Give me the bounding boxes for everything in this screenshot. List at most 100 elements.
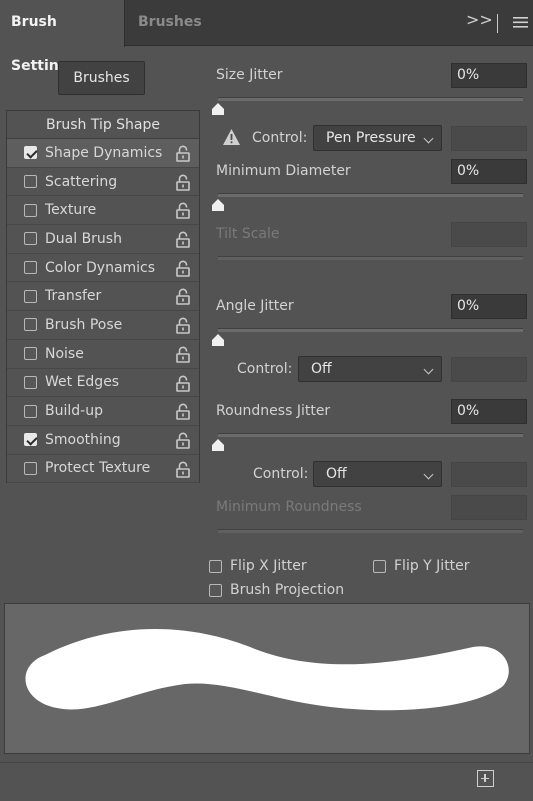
flip-y-jitter-label: Flip Y Jitter (394, 558, 470, 574)
tab-brushes[interactable]: Brushes (127, 0, 213, 46)
toolbar-divider (497, 14, 498, 33)
lock-icon[interactable] (176, 260, 190, 277)
panel-menu-icon[interactable] (513, 16, 528, 29)
minimum-diameter-slider-track[interactable] (218, 193, 523, 197)
size-control-label: Control: (252, 130, 308, 146)
roundness-control-value: Off (326, 466, 347, 482)
size-jitter-field[interactable]: 0% (451, 63, 527, 88)
angle-control-label: Control: (237, 361, 293, 377)
list-item-dual-brush[interactable]: Dual Brush (7, 225, 199, 254)
scattering-checkbox[interactable] (24, 175, 37, 189)
size-jitter-label: Size Jitter (216, 67, 283, 83)
texture-label: Texture (45, 202, 97, 219)
list-item-noise[interactable]: Noise (7, 340, 199, 369)
angle-jitter-field[interactable]: 0% (451, 294, 527, 319)
roundness-control-extra-field (451, 462, 527, 487)
brush-pose-checkbox[interactable] (24, 318, 37, 332)
expand-panel-icon[interactable]: >> (466, 10, 493, 29)
flip-x-jitter-label: Flip X Jitter (230, 558, 307, 574)
transfer-checkbox[interactable] (24, 289, 37, 303)
color-dynamics-label: Color Dynamics (45, 259, 156, 276)
lock-icon[interactable] (176, 432, 190, 449)
lock-icon[interactable] (176, 288, 190, 306)
minimum-diameter-field[interactable]: 0% (451, 159, 527, 184)
list-item-protect-texture[interactable]: Protect Texture (7, 455, 199, 484)
angle-jitter-slider-track[interactable] (218, 328, 523, 332)
brush-stroke-preview (4, 603, 530, 754)
lock-icon[interactable] (176, 461, 190, 478)
lock-icon[interactable] (176, 346, 190, 363)
brush-projection-checkbox[interactable] (209, 584, 222, 597)
brush-options-list: Brush Tip Shape Shape Dynamics Scattering… (6, 110, 200, 484)
dual-brush-label: Dual Brush (45, 230, 122, 247)
list-item-shape-dynamics[interactable]: Shape Dynamics (7, 139, 199, 168)
brush-tip-shape-item[interactable]: Brush Tip Shape (7, 111, 199, 139)
list-item-wet-edges[interactable]: Wet Edges (7, 369, 199, 398)
lock-icon[interactable] (176, 174, 190, 191)
lock-icon[interactable] (176, 317, 190, 334)
shape-dynamics-checkbox[interactable] (24, 146, 37, 160)
size-control-dropdown[interactable]: Pen Pressure (313, 125, 442, 151)
angle-control-value: Off (311, 361, 332, 377)
panel-tab-bar: Brush Settings Brushes >> (0, 0, 533, 74)
angle-jitter-slider-thumb[interactable] (212, 334, 224, 346)
chevron-down-icon (423, 133, 434, 144)
color-dynamics-checkbox[interactable] (24, 261, 37, 275)
flip-y-jitter-checkbox[interactable] (373, 560, 386, 573)
flip-x-jitter-checkbox[interactable] (209, 560, 222, 573)
wet-edges-checkbox[interactable] (24, 375, 37, 389)
scattering-label: Scattering (45, 173, 118, 190)
shape-dynamics-label: Shape Dynamics (45, 144, 163, 161)
list-item-scattering[interactable]: Scattering (7, 168, 199, 197)
size-jitter-slider-thumb[interactable] (212, 103, 224, 115)
minimum-diameter-slider-thumb[interactable] (212, 199, 224, 211)
minimum-diameter-label: Minimum Diameter (216, 163, 351, 179)
build-up-checkbox[interactable] (24, 404, 37, 418)
texture-checkbox[interactable] (24, 203, 37, 217)
angle-jitter-label: Angle Jitter (216, 298, 294, 314)
size-jitter-slider-track[interactable] (218, 97, 523, 101)
angle-control-extra-field (451, 357, 527, 382)
lock-icon[interactable] (176, 202, 190, 220)
wet-edges-label: Wet Edges (45, 374, 120, 391)
lock-icon[interactable] (176, 231, 190, 248)
chevron-down-icon (423, 364, 434, 375)
roundness-jitter-field[interactable]: 0% (451, 399, 527, 424)
tilt-scale-field (451, 222, 527, 247)
list-item-build-up[interactable]: Build-up (7, 397, 199, 426)
lock-icon[interactable] (176, 403, 190, 420)
list-item-transfer[interactable]: Transfer (7, 282, 199, 312)
build-up-label: Build-up (45, 403, 103, 420)
roundness-jitter-label: Roundness Jitter (216, 403, 331, 419)
roundness-control-label: Control: (253, 466, 309, 482)
dual-brush-checkbox[interactable] (24, 232, 37, 246)
tilt-scale-slider-track (218, 256, 523, 260)
angle-control-dropdown[interactable]: Off (298, 356, 442, 382)
list-item-texture[interactable]: Texture (7, 196, 199, 226)
tilt-scale-label: Tilt Scale (216, 226, 280, 242)
protect-texture-checkbox[interactable] (24, 461, 37, 475)
roundness-jitter-slider-thumb[interactable] (212, 439, 224, 451)
panel-footer (0, 762, 533, 801)
size-control-value: Pen Pressure (326, 130, 416, 146)
lock-icon[interactable] (176, 145, 190, 162)
noise-label: Noise (45, 345, 84, 362)
noise-checkbox[interactable] (24, 347, 37, 361)
brush-stroke-shape (25, 629, 509, 711)
list-item-color-dynamics[interactable]: Color Dynamics (7, 254, 199, 283)
create-new-brush-icon[interactable] (477, 770, 494, 787)
roundness-control-dropdown[interactable]: Off (313, 461, 442, 487)
lock-icon[interactable] (176, 375, 190, 392)
smoothing-checkbox[interactable] (24, 433, 37, 447)
brush-pose-label: Brush Pose (45, 316, 123, 333)
warning-icon (223, 129, 240, 145)
tab-brush-settings[interactable]: Brush Settings (0, 0, 125, 74)
list-item-brush-pose[interactable]: Brush Pose (7, 311, 199, 340)
minimum-roundness-label: Minimum Roundness (216, 499, 362, 515)
list-item-smoothing[interactable]: Smoothing (7, 426, 199, 455)
brush-projection-label: Brush Projection (230, 582, 345, 598)
chevron-down-icon (423, 469, 434, 480)
brushes-button[interactable]: Brushes (58, 61, 145, 95)
transfer-label: Transfer (45, 288, 102, 305)
roundness-jitter-slider-track[interactable] (218, 433, 523, 437)
